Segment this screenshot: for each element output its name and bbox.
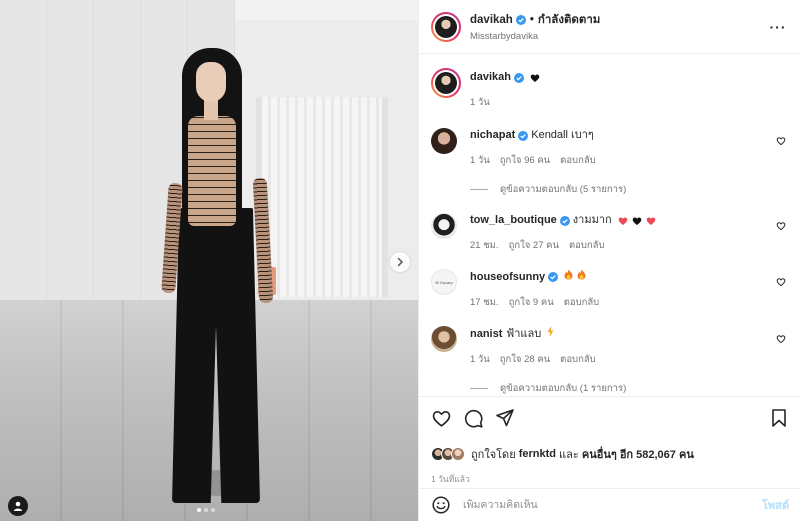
comments-list: davikah 1 วัน nichapat Kendall เบาๆ 1 วั… xyxy=(419,54,800,396)
black-heart-icon xyxy=(632,216,642,226)
comment-composer: โพสต์ xyxy=(419,488,800,521)
comment-item: nanist ฟ้าแลบ 1 วัน ถูกใจ 28 คน ตอบกลับ xyxy=(431,326,788,367)
verified-badge-icon xyxy=(518,130,529,141)
likes-others[interactable]: คนอื่นๆ อีก 582,067 คน xyxy=(582,445,694,463)
replies-line xyxy=(470,388,488,389)
comment-time[interactable]: 17 ชม. xyxy=(470,295,499,310)
like-icon[interactable] xyxy=(431,408,451,428)
commenter-avatar[interactable] xyxy=(431,213,457,239)
comment-likes[interactable]: ถูกใจ 28 คน xyxy=(500,352,550,367)
reply-button[interactable]: ตอบกลับ xyxy=(564,295,600,310)
commenter-avatar[interactable] xyxy=(431,128,457,154)
red-heart-icon xyxy=(646,216,656,226)
comment-time[interactable]: 21 ชม. xyxy=(470,238,499,253)
black-heart-icon xyxy=(530,73,540,83)
author-avatar[interactable] xyxy=(431,11,461,42)
replies-line xyxy=(470,189,488,190)
comment-username[interactable]: nanist xyxy=(470,327,502,342)
comment-username[interactable]: houseofsunny xyxy=(470,270,545,285)
model-arm-right xyxy=(252,177,274,304)
view-replies-button[interactable]: ดูข้อความตอบกลับ (5 รายการ) xyxy=(470,182,788,197)
view-replies-label: ดูข้อความตอบกลับ (1 รายการ) xyxy=(500,383,627,394)
caption-username[interactable]: davikah xyxy=(470,70,511,85)
comment-likes[interactable]: ถูกใจ 9 คน xyxy=(509,295,554,310)
verified-badge-icon xyxy=(548,272,559,282)
comment-likes[interactable]: ถูกใจ 27 คน xyxy=(509,238,559,253)
separator-dot: • xyxy=(529,14,534,26)
reply-button[interactable]: ตอบกลับ xyxy=(560,352,596,367)
next-arrow-icon[interactable] xyxy=(390,252,410,272)
carousel-dot xyxy=(204,508,208,512)
commenter-avatar[interactable] xyxy=(431,326,457,352)
instagram-post-view: davikah • กำลังติดตาม Misstarbydavika ··… xyxy=(0,0,800,521)
post-image[interactable] xyxy=(0,0,418,521)
share-icon[interactable] xyxy=(495,408,515,428)
post-date[interactable]: 1 วันที่แล้ว xyxy=(431,472,789,486)
post-side-panel: davikah • กำลังติดตาม Misstarbydavika ··… xyxy=(418,0,800,521)
lightning-icon xyxy=(547,326,554,342)
model-face xyxy=(196,62,226,102)
caption-avatar[interactable] xyxy=(431,68,461,98)
caption-time[interactable]: 1 วัน xyxy=(470,95,490,110)
likes-and: และ xyxy=(559,449,579,461)
caption: davikah 1 วัน xyxy=(431,68,788,110)
verified-badge-icon xyxy=(559,215,570,226)
comment-text: ฟ้าแลบ xyxy=(506,327,542,340)
comment-item: nichapat Kendall เบาๆ 1 วัน ถูกใจ 96 คน … xyxy=(431,128,788,168)
house-of-sunny-logo: H.Sunny xyxy=(435,279,453,285)
comment-like-icon[interactable] xyxy=(776,277,786,287)
comment-icon[interactable] xyxy=(463,408,483,428)
post-actions: ถูกใจโดย fernktd และ คนอื่นๆ อีก 582,067… xyxy=(419,396,800,486)
fire-icon xyxy=(577,269,586,285)
fire-icon xyxy=(564,269,573,285)
carousel-dots xyxy=(197,508,215,512)
comment-likes[interactable]: ถูกใจ 96 คน xyxy=(500,153,550,168)
author-username[interactable]: davikah xyxy=(470,14,513,26)
comment-item: tow_la_boutique งามมาก 21 ชม. ถูกใจ 27 ค… xyxy=(431,213,788,253)
comment-like-icon[interactable] xyxy=(776,136,786,146)
verified-badge-icon xyxy=(513,72,524,83)
reply-button[interactable]: ตอบกลับ xyxy=(569,238,605,253)
follow-status[interactable]: กำลังติดตาม xyxy=(538,11,601,29)
model-pants xyxy=(172,208,260,503)
more-icon[interactable]: ··· xyxy=(768,19,788,35)
comment-text: งามมาก xyxy=(572,214,612,226)
comment-username[interactable]: tow_la_boutique xyxy=(470,213,557,228)
reply-button[interactable]: ตอบกลับ xyxy=(560,153,596,168)
liker-avatar xyxy=(451,447,465,461)
verified-badge-icon xyxy=(515,15,526,25)
comment-time[interactable]: 1 วัน xyxy=(470,352,490,367)
commenter-avatar[interactable]: H.Sunny xyxy=(431,269,457,295)
carousel-dot xyxy=(211,508,215,512)
post-header: davikah • กำลังติดตาม Misstarbydavika ··… xyxy=(419,0,800,54)
emoji-icon[interactable] xyxy=(431,495,451,515)
photo-ceiling xyxy=(235,0,418,20)
likes-summary[interactable]: ถูกใจโดย fernktd และ คนอื่นๆ อีก 582,067… xyxy=(431,445,789,463)
liker-avatars xyxy=(431,447,465,461)
likes-prefix: ถูกใจโดย xyxy=(471,449,516,461)
comment-like-icon[interactable] xyxy=(776,221,786,231)
red-heart-icon xyxy=(618,216,628,226)
carousel-dot xyxy=(197,508,201,512)
comment-username[interactable]: nichapat xyxy=(470,128,515,143)
comment-like-icon[interactable] xyxy=(776,334,786,344)
likes-user[interactable]: fernktd xyxy=(519,448,556,460)
view-replies-button[interactable]: ดูข้อความตอบกลับ (1 รายการ) xyxy=(470,381,788,396)
view-replies-label: ดูข้อความตอบกลับ (5 รายการ) xyxy=(500,184,627,195)
user-tag-icon[interactable] xyxy=(8,496,28,516)
comment-text: Kendall เบาๆ xyxy=(531,129,594,141)
comment-time[interactable]: 1 วัน xyxy=(470,153,490,168)
save-icon[interactable] xyxy=(769,408,789,428)
author-subtitle[interactable]: Misstarbydavika xyxy=(470,31,768,42)
model-top xyxy=(188,116,236,226)
comment-input[interactable] xyxy=(463,499,762,511)
post-button[interactable]: โพสต์ xyxy=(762,496,789,514)
comment-item: H.Sunny houseofsunny 17 ชม. ถูกใจ 9 คน ต… xyxy=(431,269,788,310)
model-figure xyxy=(160,48,280,503)
